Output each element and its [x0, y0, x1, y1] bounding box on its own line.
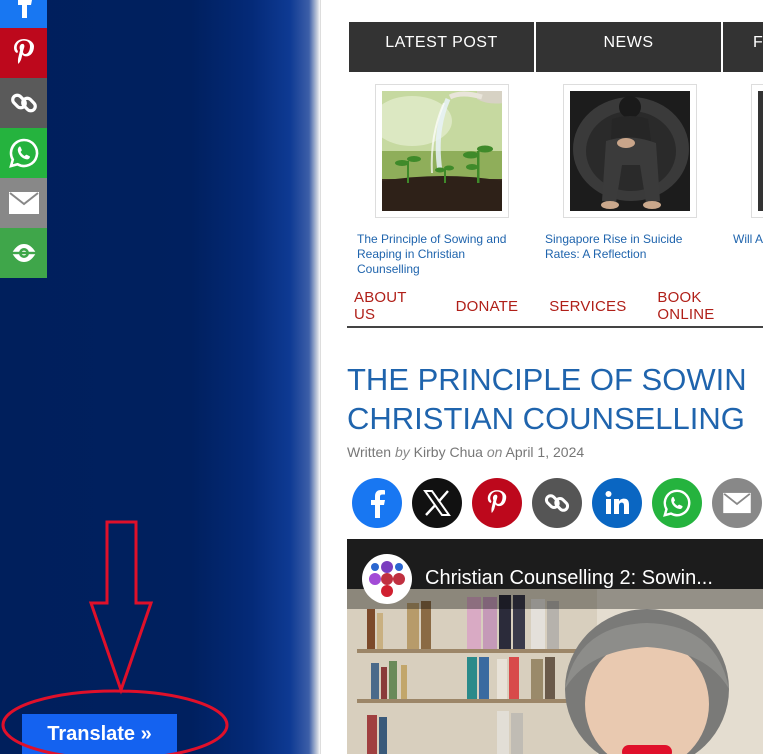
main-content: LATEST POST NEWS F The Principle of Sowi… [320, 0, 763, 754]
channel-logo-icon[interactable] [361, 553, 413, 610]
x-share-button[interactable] [412, 478, 462, 528]
nav-services[interactable]: SERVICES [549, 298, 626, 315]
more-share-button[interactable] [0, 228, 47, 278]
nav-about-us[interactable]: ABOUT US [354, 289, 425, 323]
facebook-icon [371, 490, 385, 518]
post-title-link[interactable]: Will A… Repla… [733, 232, 763, 247]
byline: Written by Kirby Chua on April 1, 2024 [347, 444, 584, 460]
whatsapp-icon [663, 489, 691, 517]
pinterest-icon [13, 39, 34, 64]
post-thumbnail[interactable] [563, 84, 697, 218]
tab-truncated[interactable]: F [723, 22, 763, 72]
main-nav: ABOUT US DONATE SERVICES BOOK ONLINE [347, 286, 763, 328]
whatsapp-icon [8, 138, 38, 168]
article-title: THE PRINCIPLE OF SOWIN CHRISTIAN COUNSEL… [347, 360, 763, 438]
post-tabs: LATEST POST NEWS F [349, 22, 763, 72]
byline-on: on [486, 444, 503, 460]
nav-donate[interactable]: DONATE [456, 298, 519, 315]
post-thumbnail[interactable] [375, 84, 509, 218]
post-card[interactable]: Singapore Rise in Suicide Rates: A Refle… [537, 84, 725, 277]
article-title-line-1: THE PRINCIPLE OF SOWIN [347, 362, 747, 397]
copy-link-icon [10, 93, 37, 113]
article-title-line-2: CHRISTIAN COUNSELLING [347, 401, 745, 436]
byline-date: April 1, 2024 [505, 444, 585, 460]
email-icon [8, 192, 39, 214]
post-image [758, 91, 763, 211]
floating-share-bar [0, 0, 47, 278]
whatsapp-share-button[interactable] [0, 128, 47, 178]
email-share-button[interactable] [0, 178, 47, 228]
article-share-row [352, 478, 763, 528]
byline-author: Kirby Chua [413, 444, 483, 460]
post-card[interactable]: The Principle of Sowing and Reaping in C… [349, 84, 537, 277]
post-title-link[interactable]: The Principle of Sowing and Reaping in C… [357, 232, 527, 277]
email-share-button[interactable] [712, 478, 762, 528]
linkedin-icon [605, 491, 629, 514]
linkedin-share-button[interactable] [592, 478, 642, 528]
more-share-icon [11, 244, 36, 262]
post-title-link[interactable]: Singapore Rise in Suicide Rates: A Refle… [545, 232, 715, 262]
byline-written: Written [347, 444, 392, 460]
facebook-share-button[interactable] [352, 478, 402, 528]
facebook-share-button[interactable] [0, 0, 47, 28]
nav-book-online[interactable]: BOOK ONLINE [657, 289, 753, 323]
post-list: The Principle of Sowing and Reaping in C… [349, 84, 763, 277]
copy-link-share-button[interactable] [0, 78, 47, 128]
pinterest-icon [487, 490, 507, 513]
byline-by: by [394, 444, 410, 460]
post-card[interactable]: Will A… Repla… [725, 84, 763, 277]
post-thumbnail[interactable] [751, 84, 763, 218]
pinterest-share-button[interactable] [472, 478, 522, 528]
whatsapp-share-button[interactable] [652, 478, 702, 528]
video-title[interactable]: Christian Counselling 2: Sowin... [425, 567, 713, 590]
tab-news[interactable]: NEWS [536, 22, 723, 72]
tab-latest-post[interactable]: LATEST POST [349, 22, 536, 72]
translate-button[interactable]: Translate » [22, 714, 177, 754]
email-icon [723, 492, 751, 514]
sitting-woman-image [570, 91, 690, 211]
copy-link-share-button[interactable] [532, 478, 582, 528]
pinterest-share-button[interactable] [0, 28, 47, 78]
x-icon [423, 490, 451, 516]
watering-seedlings-image [382, 91, 502, 211]
copy-link-icon [544, 494, 570, 512]
video-embed[interactable]: Christian Counselling 2: Sowin... [347, 539, 763, 754]
facebook-icon [17, 0, 32, 18]
